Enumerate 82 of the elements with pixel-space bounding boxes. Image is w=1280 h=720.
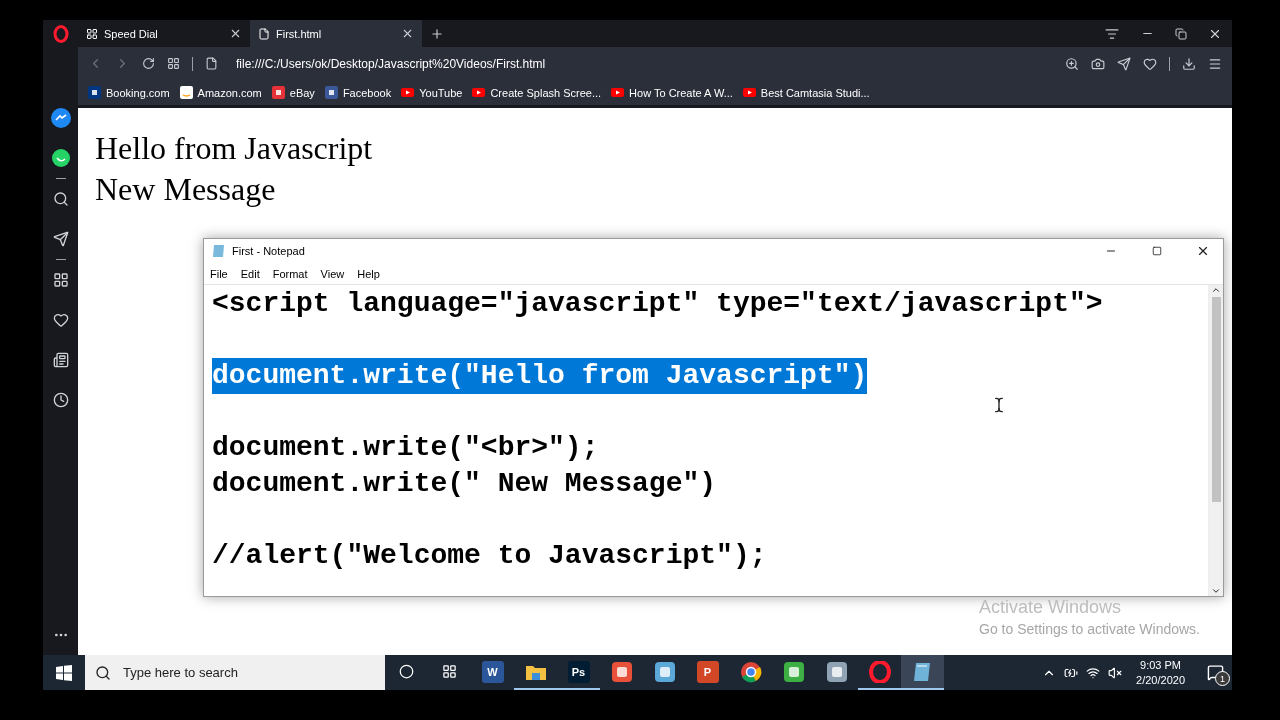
activation-title: Activate Windows	[979, 597, 1123, 618]
zoom-icon[interactable]	[1065, 56, 1079, 71]
menu-item[interactable]: Edit	[240, 267, 260, 280]
bookmark-link[interactable]: Booking.com	[88, 86, 170, 99]
word-icon: W	[481, 660, 504, 683]
file-icon	[258, 27, 270, 40]
clock-icon[interactable]	[52, 392, 69, 408]
chat-icon[interactable]	[50, 148, 71, 168]
close-icon[interactable]	[1196, 244, 1210, 258]
play-logo-icon	[742, 86, 756, 99]
site-logo-icon	[179, 86, 193, 99]
code-line: <script language="javascript" type="text/javascript">	[212, 287, 1103, 321]
address-field[interactable]: file:///C:/Users/ok/Desktop/Javascript%20Videos/First.html	[236, 56, 546, 71]
notepad-icon	[212, 244, 226, 258]
activation-message: Go to Settings to activate Windows.	[979, 621, 1200, 637]
reload-icon[interactable]	[142, 57, 155, 70]
scrollbar-thumb[interactable]	[1211, 297, 1221, 502]
browser-tab[interactable]: First.html	[250, 20, 422, 47]
messenger-icon[interactable]	[50, 108, 71, 128]
page-text: Hello from Javascript	[95, 129, 374, 168]
code-line: document.write("<br>");	[212, 431, 599, 465]
site-logo-icon	[324, 86, 338, 99]
page-text: New Message	[95, 170, 277, 209]
wifi-icon[interactable]	[1086, 665, 1101, 680]
search-icon[interactable]	[52, 191, 69, 207]
close-icon[interactable]	[401, 27, 414, 40]
search-field[interactable]: Type here to search	[121, 664, 355, 681]
close-icon[interactable]	[229, 27, 242, 40]
new-tab-icon[interactable]	[430, 26, 444, 41]
heart-icon[interactable]	[52, 312, 69, 328]
notification-badge: 1	[1215, 671, 1230, 686]
mute-icon[interactable]	[1108, 665, 1123, 680]
bookmark-link[interactable]: YouTube	[401, 86, 463, 99]
bookmark-link[interactable]: eBay	[271, 86, 315, 99]
opera-logo-icon[interactable]	[52, 25, 69, 43]
grid-icon[interactable]	[52, 272, 69, 288]
send-icon[interactable]	[52, 231, 69, 247]
clock[interactable]: 9:03 PM 2/20/2020	[1130, 657, 1191, 688]
taskbar-app[interactable]: W	[471, 655, 514, 690]
search-box[interactable]: Type here to search	[85, 655, 385, 690]
menu-item[interactable]: File	[210, 267, 228, 280]
code-line: document.write(" New Message")	[212, 467, 717, 501]
restore-icon[interactable]	[1175, 27, 1187, 40]
maximize-icon[interactable]	[1152, 246, 1162, 256]
cortana-icon[interactable]	[399, 664, 414, 679]
grid-icon	[86, 27, 98, 40]
bookmark-link[interactable]: Facebook	[324, 86, 392, 99]
task-view-icon[interactable]	[442, 664, 457, 679]
scroll-up-icon[interactable]	[1211, 285, 1221, 295]
search-icon	[95, 664, 111, 681]
chrome-icon	[739, 660, 762, 683]
menu-item[interactable]: Format	[272, 267, 308, 280]
play-logo-icon	[401, 86, 415, 99]
windows-logo-icon[interactable]	[56, 664, 72, 681]
news-icon[interactable]	[52, 352, 69, 368]
send-icon[interactable]	[1117, 56, 1131, 71]
powerpoint-icon: P	[696, 660, 719, 683]
grid-icon[interactable]	[167, 57, 180, 70]
menu-item[interactable]: Help	[357, 267, 380, 280]
bookmark-link[interactable]: Create Splash Scree...	[472, 86, 602, 99]
site-logo-icon	[271, 86, 285, 99]
window-title: First - Notepad	[232, 245, 306, 257]
play-logo-icon	[611, 86, 625, 99]
tab-menu-icon[interactable]	[1105, 26, 1119, 41]
bookmark-link[interactable]: Best Camtasia Studi...	[742, 86, 870, 99]
menu-icon[interactable]	[1208, 56, 1222, 71]
heart-icon[interactable]	[1143, 56, 1157, 71]
bookmark-link[interactable]: Amazon.com	[179, 86, 262, 99]
scroll-down-icon[interactable]	[1211, 586, 1221, 596]
site-logo-icon	[88, 86, 101, 99]
play-logo-icon	[472, 86, 486, 99]
opera-icon	[868, 660, 891, 683]
taskbar-app[interactable]: P	[686, 655, 729, 690]
taskbar-app[interactable]: Ps	[557, 655, 600, 690]
download-icon[interactable]	[1182, 56, 1196, 71]
menu-item[interactable]: View	[320, 267, 345, 280]
bookmark-link[interactable]: How To Create A W...	[611, 86, 733, 99]
taskbar-app[interactable]	[901, 655, 944, 690]
camera-icon[interactable]	[1091, 56, 1105, 71]
photoshop-icon: Ps	[567, 660, 590, 683]
code-line: //alert("Welcome to Javascript");	[212, 539, 767, 573]
file-icon	[205, 57, 218, 70]
